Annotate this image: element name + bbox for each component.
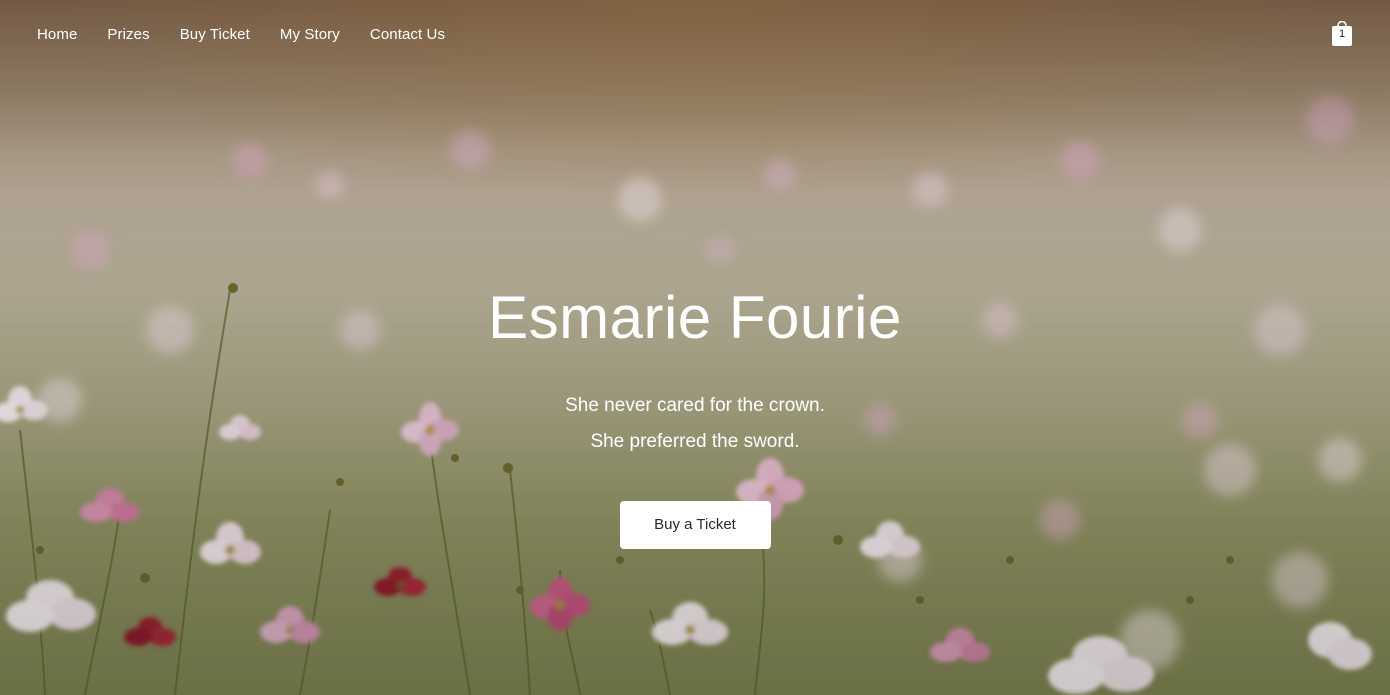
tagline-line-1: She never cared for the crown. [565,395,825,416]
tagline-line-2: She preferred the sword. [590,431,800,452]
main-nav: Home Prizes Buy Ticket My Story Contact … [0,0,1390,68]
hero-title: Esmarie Fourie [488,284,902,351]
hero-content: Esmarie Fourie She never cared for the c… [0,278,1390,549]
nav-home[interactable]: Home [37,26,77,43]
hero-section: Home Prizes Buy Ticket My Story Contact … [0,0,1390,695]
hero-tagline: She never cared for the crown. She prefe… [0,388,1390,460]
nav-contact-us[interactable]: Contact Us [370,26,445,43]
buy-ticket-button[interactable]: Buy a Ticket [619,501,771,549]
cart-count: 1 [1338,28,1346,40]
nav-prizes[interactable]: Prizes [107,26,149,43]
cart-button[interactable]: 1 [1332,21,1352,46]
nav-my-story[interactable]: My Story [280,26,340,43]
nav-buy-ticket[interactable]: Buy Ticket [180,26,250,43]
